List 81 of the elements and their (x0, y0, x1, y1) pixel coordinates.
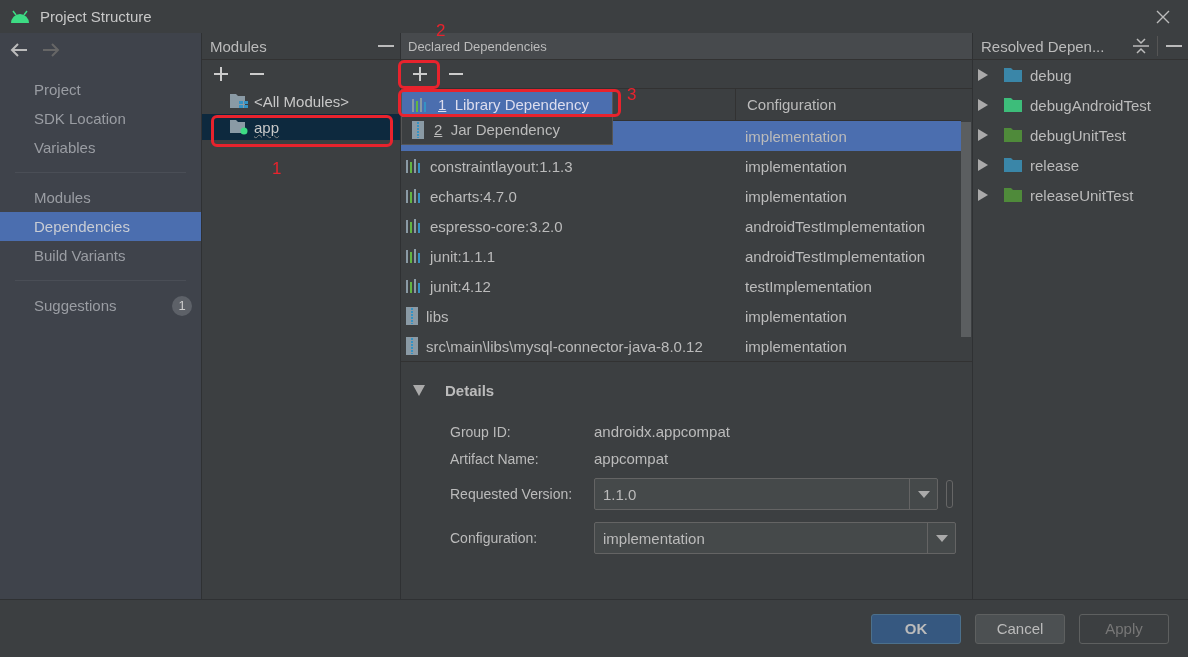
tree-item[interactable]: debugAndroidTest (973, 90, 1188, 120)
table-cell: androidTestImplementation (745, 247, 926, 265)
dropdown-field[interactable]: 1.1.0 (594, 478, 938, 510)
jar-icon (406, 307, 418, 325)
sidebar-item[interactable]: Project (0, 75, 201, 104)
tree-item[interactable]: release (973, 150, 1188, 180)
module-item[interactable]: <All Modules> (202, 88, 400, 114)
table-cell: junit:1.1.1 (430, 247, 496, 265)
table-cell: src\main\libs\mysql-connector-java-8.0.12 (426, 337, 703, 355)
field-label: Configuration: (450, 530, 539, 546)
dialog-button[interactable]: OK (871, 613, 961, 644)
add-icon[interactable] (214, 67, 228, 81)
collapse-all-icon[interactable] (1133, 38, 1149, 54)
dependency-row[interactable]: libs implementation (401, 301, 961, 331)
library-icon (406, 279, 422, 293)
table-cell: implementation (745, 127, 847, 145)
expand-triangle-icon[interactable] (978, 129, 988, 141)
jar-icon (406, 337, 418, 355)
expand-triangle-icon[interactable] (978, 99, 988, 111)
table-cell: implementation (745, 157, 847, 175)
field-label: Artifact Name: (450, 450, 540, 467)
dependency-row[interactable]: constraintlayout:1.1.3 implementation (401, 151, 961, 181)
collapse-triangle-icon[interactable] (413, 384, 425, 396)
annotation-label: 1 (272, 160, 282, 177)
dependency-row[interactable]: junit:1.1.1 androidTestImplementation (401, 241, 961, 271)
add-icon[interactable] (413, 67, 427, 81)
window-title: Project Structure (40, 8, 153, 25)
expand-triangle-icon[interactable] (978, 159, 988, 171)
tree-item[interactable]: debug (973, 60, 1188, 90)
table-cell: testImplementation (745, 277, 872, 295)
table-cell: constraintlayout:1.1.3 (430, 157, 573, 175)
panel-title: Modules (210, 37, 267, 55)
caret-icon (917, 490, 930, 498)
library-icon (406, 159, 422, 173)
table-cell: libs (426, 307, 449, 325)
back-arrow-icon[interactable] (10, 43, 28, 57)
field-value: appcompat (594, 450, 669, 467)
table-cell: implementation (745, 337, 847, 355)
expand-triangle-icon[interactable] (978, 69, 988, 81)
table-cell: implementation (745, 307, 847, 325)
sidebar-item[interactable]: Dependencies (0, 212, 201, 241)
panel-title: Resolved Depen... (981, 37, 1106, 55)
count-badge: 1 (172, 295, 192, 316)
library-icon (406, 219, 422, 233)
sidebar-item[interactable]: Suggestions 1 (0, 291, 201, 320)
table-cell: implementation (745, 187, 847, 205)
table-cell: echarts:4.7.0 (430, 187, 517, 205)
field-value: androidx.appcompat (594, 423, 730, 440)
jar-icon (412, 120, 424, 139)
library-icon (412, 97, 428, 112)
library-icon (406, 189, 422, 203)
caret-icon (935, 534, 948, 542)
close-icon[interactable] (1156, 9, 1170, 24)
table-cell: espresso-core:3.2.0 (430, 217, 563, 235)
folder-grid-icon (230, 93, 248, 109)
field-label: Requested Version: (450, 486, 574, 502)
android-icon (10, 9, 30, 24)
dropdown-field[interactable]: implementation (594, 522, 956, 554)
library-icon (406, 249, 422, 263)
resize-handle[interactable] (946, 480, 953, 508)
sidebar-item[interactable]: Modules (0, 183, 201, 212)
module-folder-icon (230, 119, 248, 135)
column-header[interactable]: Configuration (736, 89, 837, 120)
tree-item[interactable]: releaseUnitTest (973, 180, 1188, 210)
sidebar-item[interactable]: Build Variants (0, 241, 201, 270)
tree-item[interactable]: debugUnitTest (973, 120, 1188, 150)
sidebar-item[interactable]: SDK Location (0, 104, 201, 133)
expand-triangle-icon[interactable] (978, 189, 988, 201)
table-cell: junit:4.12 (430, 277, 491, 295)
field-label: Group ID: (450, 423, 512, 440)
dialog-button[interactable]: Cancel (975, 613, 1065, 644)
sidebar-item[interactable]: Variables (0, 133, 201, 162)
dependency-row[interactable]: junit:4.12 testImplementation (401, 271, 961, 301)
table-cell: androidTestImplementation (745, 217, 926, 235)
dependency-row[interactable]: echarts:4.7.0 implementation (401, 181, 961, 211)
section-title: Details (445, 381, 495, 399)
module-item[interactable]: app (202, 114, 400, 140)
dependency-row[interactable]: espresso-core:3.2.0 androidTestImplementation (401, 211, 961, 241)
scrollbar-thumb[interactable] (961, 122, 971, 337)
dependency-row[interactable]: src\main\libs\mysql-connector-java-8.0.12 implementation (401, 331, 961, 361)
annotation-label: 3 (627, 86, 637, 103)
